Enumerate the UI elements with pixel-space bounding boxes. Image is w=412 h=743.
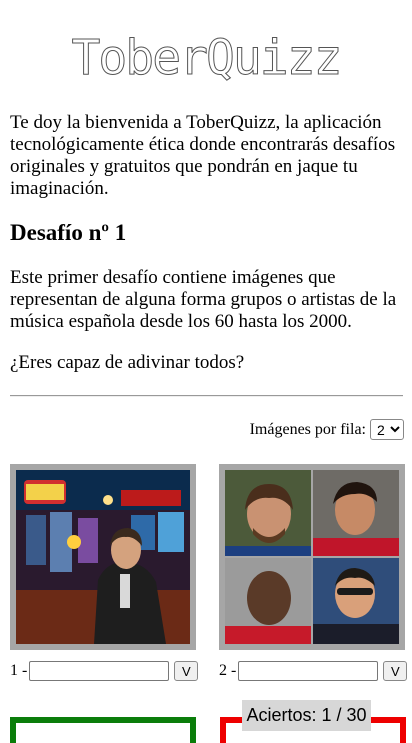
divider [10,395,403,397]
answer-row-1: 1 - V [10,661,199,681]
quiz-image-1 [16,470,190,644]
images-per-row-control: Imágenes por fila: 2 [250,419,404,440]
check-button-1[interactable]: V [174,661,199,681]
challenge-description: Este primer desafío contiene imágenes qu… [10,267,397,332]
quiz-card-2[interactable] [219,464,405,650]
intro-text: Te doy la bienvenida a ToberQuizz, la ap… [10,112,396,199]
answer-input-1[interactable] [29,661,170,681]
answer-row-2: 2 - V [219,661,408,681]
challenge-question: ¿Eres capaz de adivinar todos? [10,352,245,373]
quiz-image-2 [225,470,399,644]
check-button-2[interactable]: V [383,661,408,681]
logo: ToberQuizz [0,26,412,90]
answer-number-2: 2 - [219,662,237,679]
quiz-card-3-correct[interactable] [10,717,196,743]
logo-text: ToberQuizz [71,30,343,86]
answer-input-2[interactable] [238,661,379,681]
challenge-title: Desafío nº 1 [10,220,127,245]
quiz-card-1[interactable] [10,464,196,650]
images-per-row-select[interactable]: 2 [370,419,404,440]
images-per-row-label: Imágenes por fila: [249,420,366,438]
answer-number-1: 1 - [10,662,28,679]
score-counter: Aciertos: 1 / 30 [242,700,371,731]
